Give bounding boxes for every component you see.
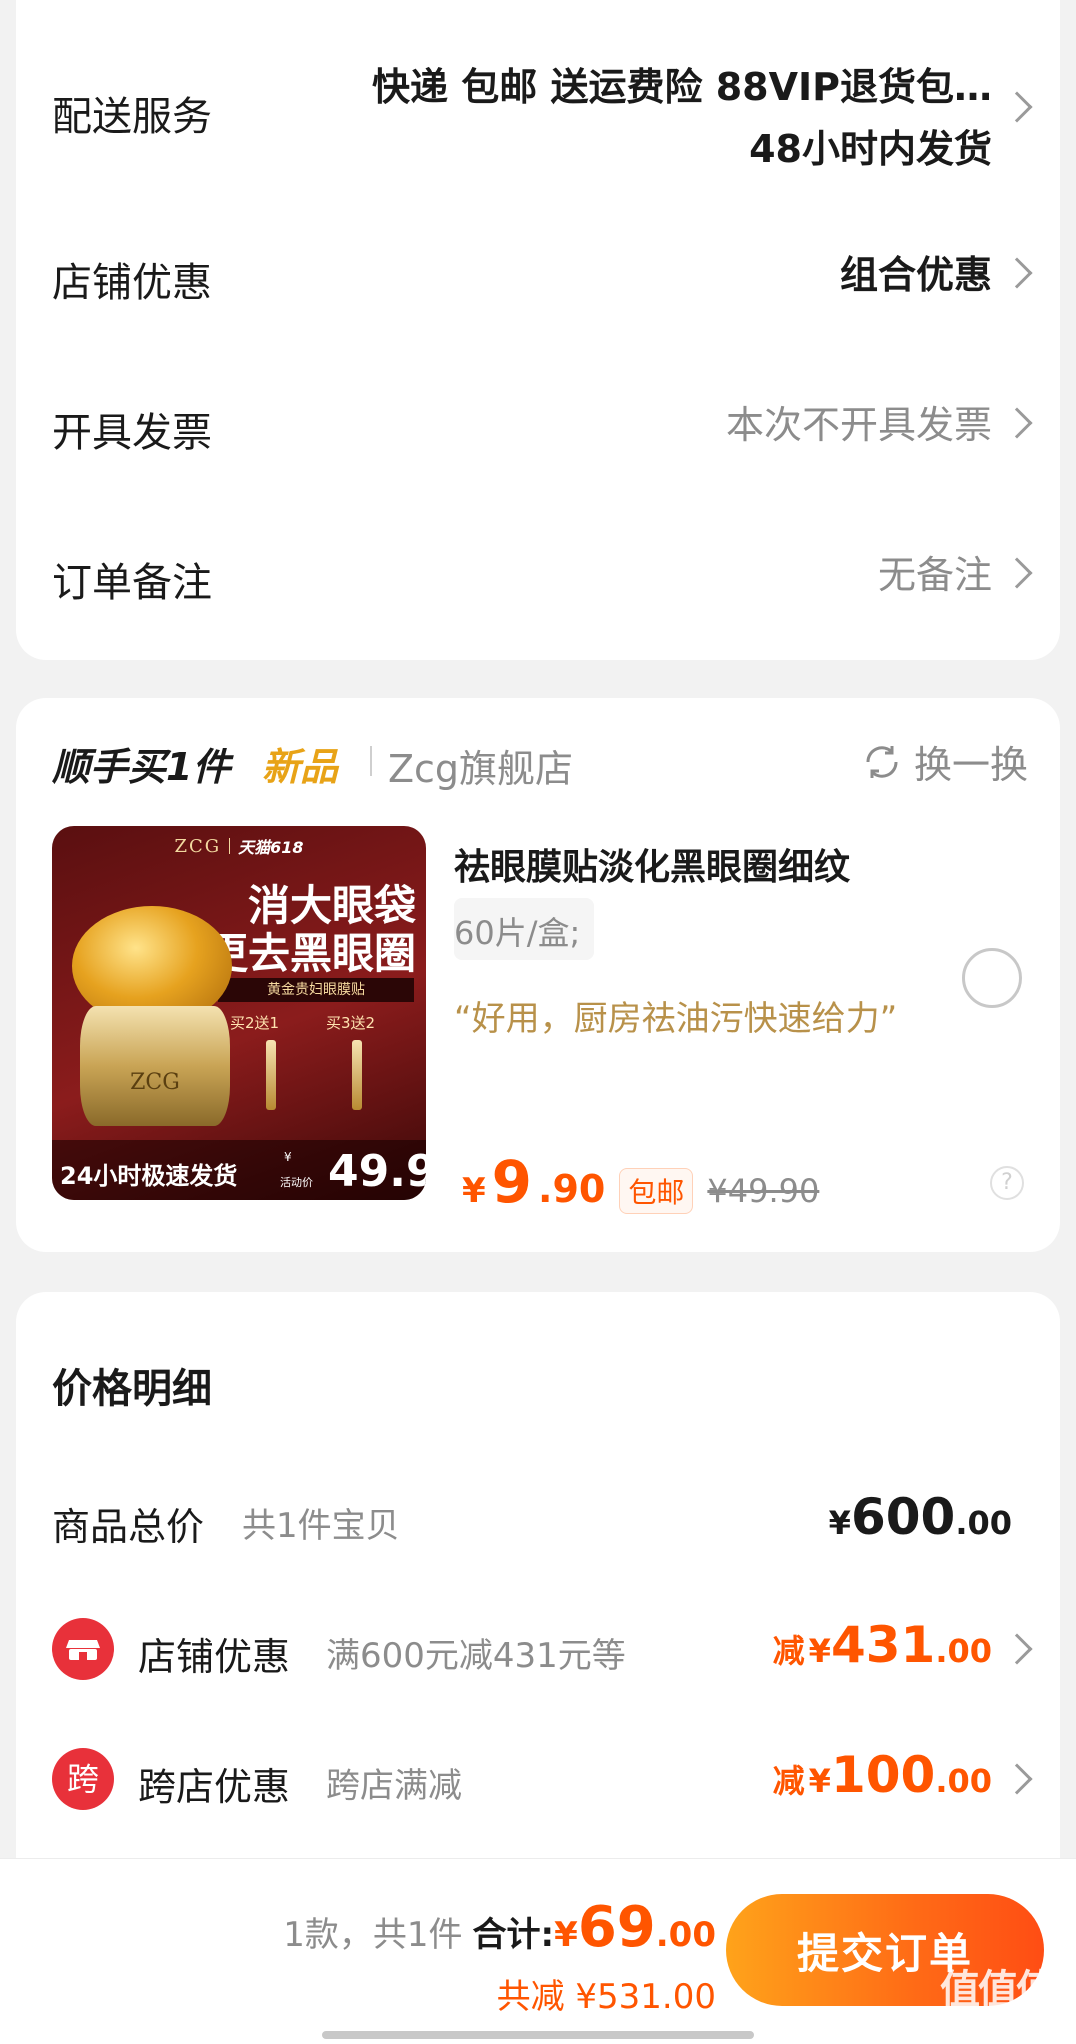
amount-dec: .00 xyxy=(935,1632,992,1670)
store-discount-detail-row[interactable]: 店铺优惠 满600元减431元等 减 ¥ 431 .00 xyxy=(16,1604,1060,1694)
product-price-row: ¥ 9 .90 包邮 ¥49.90 xyxy=(462,1148,819,1216)
price-symbol: ¥ xyxy=(462,1171,486,1211)
image-offer1: 买2送1 xyxy=(230,1014,280,1032)
amount-prefix: 减 xyxy=(772,1632,805,1670)
price-detail-title: 价格明细 xyxy=(52,1366,212,1412)
chevron-right-icon xyxy=(1001,1633,1033,1665)
help-icon[interactable]: ? xyxy=(990,1166,1024,1200)
image-brand: ZCG xyxy=(174,835,222,857)
price-detail-card: 价格明细 商品总价 共1件宝贝 ¥ 600 .00 店铺优惠 满600元减431… xyxy=(16,1292,1060,1912)
product-review: “好用，厨房祛油污快速给力” xyxy=(454,999,898,1039)
cross-store-sub: 跨店满减 xyxy=(326,1766,462,1806)
serum-tube xyxy=(266,1040,276,1110)
divider xyxy=(370,746,372,776)
store-icon xyxy=(52,1618,114,1680)
amount-int: 600 xyxy=(850,1488,956,1546)
delivery-label: 配送服务 xyxy=(52,94,212,140)
total-dec: .00 xyxy=(655,1915,716,1955)
cross-store-icon: 跨 xyxy=(52,1748,114,1810)
serum-tube xyxy=(352,1040,362,1110)
store-discount-label: 店铺优惠 xyxy=(52,260,212,306)
image-price-symbol: ¥ xyxy=(284,1150,292,1164)
home-indicator[interactable] xyxy=(322,2031,754,2039)
delivery-value-line2: 48小时内发货 xyxy=(749,127,992,171)
invoice-value: 本次不开具发票 xyxy=(725,403,992,447)
goods-total-label: 商品总价 xyxy=(52,1505,205,1549)
image-sub: 黄金贵妇眼膜贴 xyxy=(218,978,414,1002)
amount-int: 100 xyxy=(830,1746,936,1804)
refresh-label: 换一换 xyxy=(913,743,1028,787)
note-row[interactable]: 订单备注 无备注 xyxy=(16,510,1060,630)
amount-symbol: ¥ xyxy=(808,1762,831,1800)
goods-total-row: 商品总价 共1件宝贝 ¥ 600 .00 xyxy=(16,1482,1060,1562)
addon-title: 顺手买1件 xyxy=(52,745,231,789)
eye-patch-jar: ZCG xyxy=(80,1006,230,1126)
goods-total-sub: 共1件宝贝 xyxy=(242,1506,400,1546)
original-price: ¥49.90 xyxy=(707,1172,820,1210)
product-name[interactable]: 祛眼膜贴淡化黑眼圈细纹 xyxy=(454,838,850,890)
chevron-right-icon xyxy=(1001,407,1033,439)
order-options-card: 配送服务 快递 包邮 送运费险 88VIP退货包… 48小时内发货 店铺优惠 组… xyxy=(16,0,1060,660)
watermark-text: 值值值 xyxy=(940,1967,1056,2013)
watermark: 值值值 zhizhizhi.com xyxy=(922,1966,1072,2044)
select-radio[interactable] xyxy=(962,948,1022,1008)
image-offer2: 买3送2 xyxy=(326,1014,376,1032)
addon-new-tag: 新品 xyxy=(262,745,339,789)
image-price-label: 活动价 xyxy=(280,1176,313,1189)
product-image[interactable]: ZCG 天猫618 消大眼袋 更去黑眼圈 黄金贵妇眼膜贴 买2送1 买3送2 Z… xyxy=(52,826,426,1200)
chevron-right-icon xyxy=(1001,1763,1033,1795)
saved-amount: 共减 ¥531.00 xyxy=(496,1977,716,2017)
store-discount-detail-label: 店铺优惠 xyxy=(138,1635,291,1679)
image-campaign: 天猫618 xyxy=(238,838,304,857)
total-int: 69 xyxy=(577,1895,656,1960)
addon-store[interactable]: Zcg旗舰店 xyxy=(388,738,573,793)
total-row: 1款，共1件 合计: ¥ 69 .00 xyxy=(283,1895,716,1960)
delivery-row[interactable]: 配送服务 快递 包邮 送运费险 88VIP退货包… 48小时内发货 xyxy=(16,30,1060,171)
cross-store-label: 跨店优惠 xyxy=(138,1765,291,1809)
note-label: 订单备注 xyxy=(52,560,212,606)
chevron-right-icon xyxy=(1001,257,1033,289)
goods-total-amount: ¥ 600 .00 xyxy=(829,1488,1012,1546)
store-discount-amount: 减 ¥ 431 .00 xyxy=(773,1616,992,1674)
cross-store-amount: 减 ¥ 100 .00 xyxy=(773,1746,992,1804)
invoice-label: 开具发票 xyxy=(52,410,212,456)
amount-dec: .00 xyxy=(935,1762,992,1800)
refresh-button[interactable]: 换一换 xyxy=(860,734,1028,789)
amount-int: 431 xyxy=(830,1616,936,1674)
refresh-icon xyxy=(866,745,898,778)
free-shipping-badge: 包邮 xyxy=(619,1168,694,1214)
cross-store-discount-row[interactable]: 跨 跨店优惠 跨店满减 减 ¥ 100 .00 xyxy=(16,1734,1060,1824)
price-dec: .90 xyxy=(538,1167,606,1211)
note-value: 无备注 xyxy=(877,553,992,597)
product-spec[interactable]: 60片/盒; xyxy=(454,898,595,960)
amount-symbol: ¥ xyxy=(828,1504,851,1542)
invoice-row[interactable]: 开具发票 本次不开具发票 xyxy=(16,360,1060,480)
total-label: 合计: xyxy=(472,1915,555,1955)
store-discount-detail-sub: 满600元减431元等 xyxy=(326,1636,626,1676)
image-shipping: 24小时极速发货 xyxy=(60,1162,238,1190)
store-discount-value: 组合优惠 xyxy=(839,253,992,297)
amount-prefix: 减 xyxy=(772,1762,805,1800)
chevron-right-icon xyxy=(1001,557,1033,589)
amount-symbol: ¥ xyxy=(808,1632,831,1670)
addon-card: 顺手买1件 新品 Zcg旗舰店 换一换 ZCG 天猫618 消大眼袋 更去黑眼圈… xyxy=(16,698,1060,1252)
watermark-url: zhizhizhi.com xyxy=(946,2015,1048,2033)
chevron-right-icon xyxy=(1001,91,1033,123)
jar-brand: ZCG xyxy=(130,1070,180,1095)
price-int: 9 xyxy=(491,1148,533,1216)
total-symbol: ¥ xyxy=(554,1915,578,1955)
store-discount-row[interactable]: 店铺优惠 组合优惠 xyxy=(16,210,1060,330)
delivery-value-line1: 快递 包邮 送运费险 88VIP退货包… xyxy=(372,65,992,109)
amount-dec: .00 xyxy=(955,1504,1012,1542)
image-price: 49.9 xyxy=(328,1146,426,1197)
item-count: 1款，共1件 xyxy=(283,1915,463,1955)
